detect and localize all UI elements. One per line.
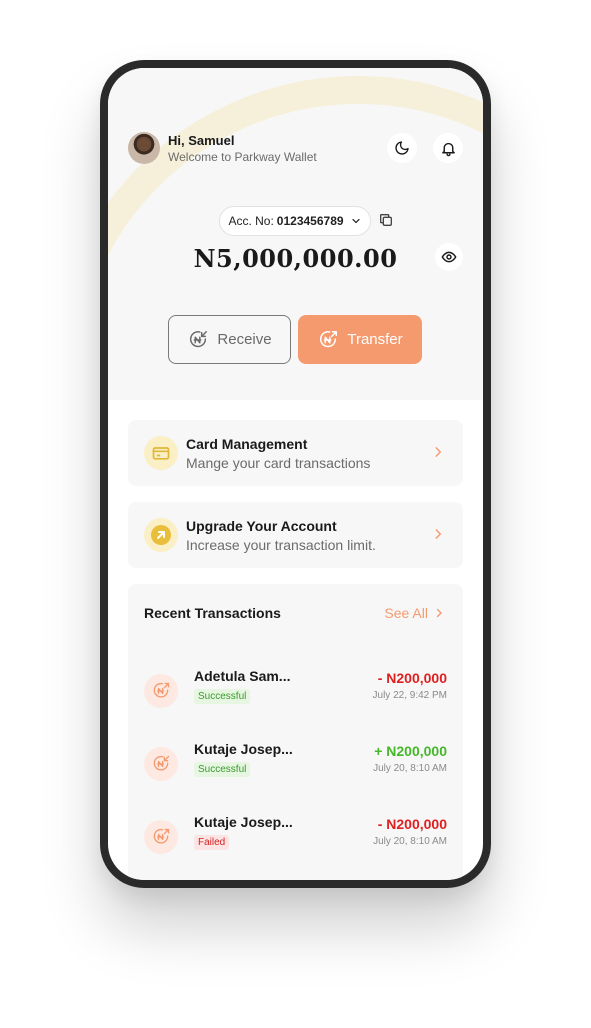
- transaction-icon-wrap: [144, 674, 178, 708]
- avatar[interactable]: [128, 132, 160, 164]
- transaction-date: July 20, 8:10 AM: [373, 763, 447, 774]
- upgrade-account-subtitle: Increase your transaction limit.: [186, 537, 376, 553]
- see-all-label: See All: [384, 605, 428, 621]
- naira-receive-icon: [190, 330, 208, 347]
- card-management-subtitle: Mange your card transactions: [186, 455, 371, 471]
- chevron-right-icon: [436, 608, 442, 618]
- notifications-button[interactable]: [433, 133, 463, 163]
- upgrade-account-item[interactable]: Upgrade Your Account Increase your trans…: [128, 502, 463, 568]
- status-badge: Failed: [194, 835, 230, 850]
- copy-icon: [380, 214, 392, 226]
- transaction-date: July 20, 8:10 AM: [373, 836, 447, 847]
- recent-transactions-panel: Recent Transactions See All Adetula Sam.…: [128, 584, 463, 880]
- transfer-button[interactable]: Transfer: [298, 315, 422, 364]
- decorative-arc: [108, 76, 483, 400]
- naira-send-icon: [153, 828, 170, 844]
- arrow-up-right-icon: [151, 525, 171, 545]
- bell-icon: [441, 142, 455, 156]
- naira-send-icon: [153, 682, 170, 698]
- header-area: Hi, Samuel Welcome to Parkway Wallet Acc…: [108, 68, 483, 400]
- transaction-row[interactable]: Kutaje Josep... Failed - N200,000 July 2…: [128, 814, 463, 864]
- status-badge: Successful: [194, 689, 251, 704]
- moon-icon: [395, 141, 409, 155]
- welcome-text: Welcome to Parkway Wallet: [168, 150, 317, 164]
- credit-card-icon: [152, 447, 170, 460]
- app-screen: Hi, Samuel Welcome to Parkway Wallet Acc…: [108, 68, 483, 880]
- card-management-title: Card Management: [186, 436, 308, 452]
- recent-transactions-title: Recent Transactions: [144, 605, 281, 621]
- card-management-item[interactable]: Card Management Mange your card transact…: [128, 420, 463, 486]
- chevron-right-icon: [431, 445, 445, 464]
- account-label: Acc. No:: [228, 214, 274, 228]
- theme-toggle-button[interactable]: [387, 133, 417, 163]
- chevron-right-icon: [431, 527, 445, 546]
- status-badge: Successful: [194, 762, 251, 777]
- upgrade-icon-wrap: [144, 518, 178, 552]
- receive-label: Receive: [217, 331, 272, 348]
- transaction-amount: + N200,000: [374, 743, 447, 759]
- transfer-label: Transfer: [347, 331, 403, 348]
- copy-button[interactable]: [378, 212, 394, 228]
- see-all-link[interactable]: See All: [384, 605, 445, 621]
- phone-frame: Hi, Samuel Welcome to Parkway Wallet Acc…: [100, 60, 491, 888]
- account-number-selector[interactable]: Acc. No: 0123456789: [219, 206, 371, 236]
- transaction-amount: - N200,000: [377, 816, 447, 832]
- transaction-name: Adetula Sam...: [194, 668, 291, 684]
- balance-amount: N5,000,000.00: [193, 244, 398, 273]
- greeting-text: Hi, Samuel: [168, 133, 235, 148]
- transaction-amount: - N200,000: [377, 670, 447, 686]
- eye-icon: [441, 251, 457, 263]
- chevron-down-icon: [351, 218, 360, 224]
- transaction-icon-wrap: [144, 820, 178, 854]
- transaction-row[interactable]: Adetula Sam... Successful - N200,000 Jul…: [128, 668, 463, 718]
- toggle-balance-visibility[interactable]: [435, 243, 463, 271]
- transaction-row[interactable]: Kutaje Josep... Successful + N200,000 Ju…: [128, 741, 463, 791]
- transaction-icon-wrap: [144, 747, 178, 781]
- receive-button[interactable]: Receive: [168, 315, 291, 364]
- card-icon-wrap: [144, 436, 178, 470]
- naira-receive-icon: [153, 755, 170, 771]
- naira-send-icon: [320, 330, 338, 347]
- transaction-name: Kutaje Josep...: [194, 741, 293, 757]
- transaction-name: Kutaje Josep...: [194, 814, 293, 830]
- transaction-date: July 22, 9:42 PM: [372, 690, 447, 701]
- upgrade-account-title: Upgrade Your Account: [186, 518, 337, 534]
- account-number: 0123456789: [276, 214, 344, 228]
